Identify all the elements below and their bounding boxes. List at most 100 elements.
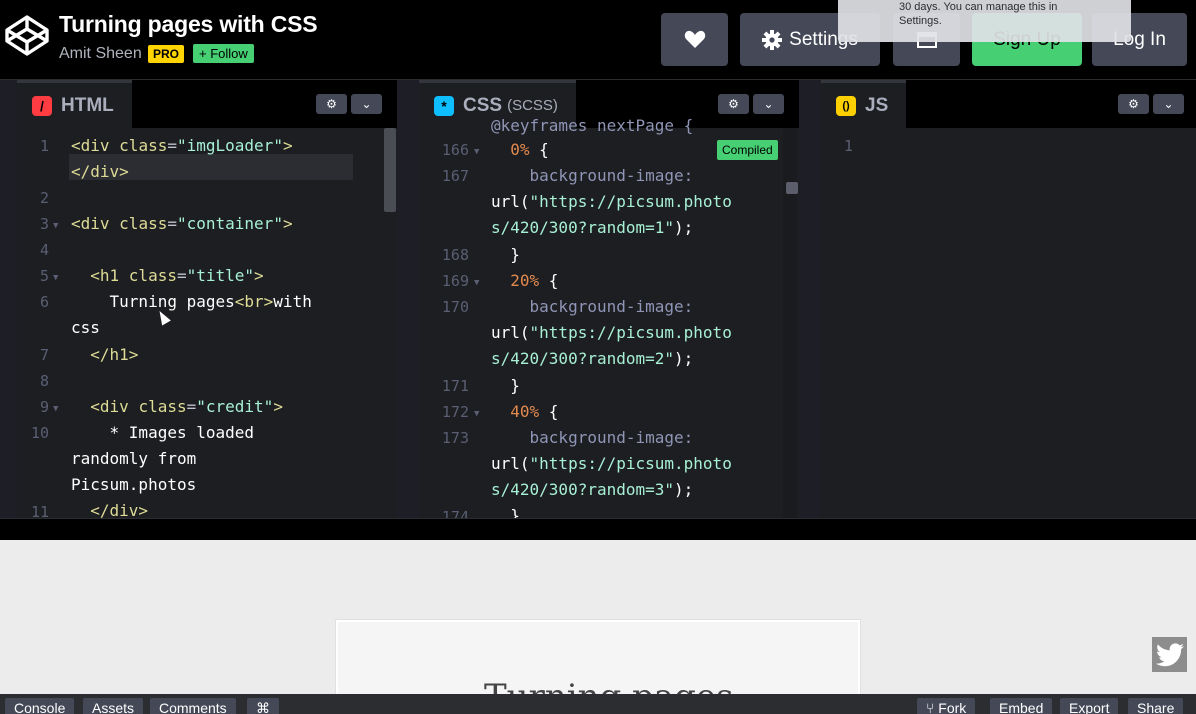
line-number: 169 [441,272,469,290]
twitter-share-button[interactable] [1152,637,1187,672]
html-scroll-thumb[interactable] [384,128,396,212]
code-line: } [491,376,520,395]
code-line: url("https://picsum.photo [491,323,732,342]
code-line: <div class="credit"> [71,397,283,416]
result-preview[interactable]: Turning pages [0,540,1196,694]
css-scrollbar[interactable] [783,128,798,518]
follow-label: Follow [210,46,248,61]
comments-button[interactable]: Comments [150,698,236,714]
fold-arrow-icon[interactable]: ▼ [474,278,479,288]
line-number: 168 [441,246,469,264]
follow-button[interactable]: + Follow [193,44,254,63]
assets-button[interactable]: Assets [83,698,144,714]
css-icon: * [434,95,454,116]
code-line: 20% { [491,271,559,290]
code-line: url("https://picsum.photo [491,192,732,211]
fold-arrow-icon[interactable]: ▼ [53,404,58,414]
line-number: 170 [441,298,469,316]
html-editor-pane[interactable]: / HTML ⚙ ⌄ 1 2 3 ▼ 4 5 ▼ 6 7 8 9 ▼ 10 11… [17,80,397,518]
author-name[interactable]: Amit Sheen [59,45,142,63]
console-button[interactable]: Console [5,698,75,714]
code-line: * Images loaded [71,423,255,442]
line-number: 174 [441,508,469,518]
chevron-down-icon: ⌄ [1163,97,1174,111]
plus-icon: + [199,46,211,61]
html-icon: / [32,95,52,116]
html-settings-button[interactable]: ⚙ [316,94,347,114]
js-editor-pane[interactable]: () JS ⚙ ⌄ 1 [821,80,1196,518]
code-line: s/420/300?random=1"); [491,218,694,237]
css-editor-pane[interactable]: * CSS (SCSS) ⚙ ⌄ Compiled @keyframes nex… [419,80,799,518]
compiled-badge[interactable]: Compiled [717,140,778,160]
code-line: </h1> [71,345,139,364]
js-settings-button[interactable]: ⚙ [1118,94,1149,114]
line-number: 4 [39,241,49,259]
line-number: 8 [39,372,49,390]
keyboard-shortcuts-button[interactable]: ⌘ [247,698,279,714]
heart-button[interactable] [661,13,728,66]
fold-arrow-icon[interactable]: ▼ [474,409,479,419]
code-line: css [71,318,100,337]
js-tab-bar: () JS ⚙ ⌄ [821,80,1196,128]
css-tab-tools: ⚙ ⌄ [718,94,784,114]
tab-js[interactable]: () JS [821,80,907,128]
editor-area: / HTML ⚙ ⌄ 1 2 3 ▼ 4 5 ▼ 6 7 8 9 ▼ 10 11… [0,80,1196,518]
html-collapse-button[interactable]: ⌄ [351,94,382,114]
js-code[interactable]: 1 [821,128,1196,518]
code-line: background-image: [491,297,694,316]
fork-button[interactable]: ⑂ Fork [917,698,976,714]
tab-html[interactable]: / HTML [17,80,132,128]
css-code[interactable]: Compiled @keyframes nextPage { 166 ▼ 167… [419,116,799,518]
line-number: 1 [39,137,49,155]
line-number: 173 [441,429,469,447]
line-number: 7 [39,346,49,364]
html-tab-tools: ⚙ ⌄ [316,94,382,114]
html-tab-bar: / HTML ⚙ ⌄ [17,80,397,128]
js-collapse-button[interactable]: ⌄ [1153,94,1184,114]
pro-badge: PRO [148,45,185,63]
code-line: Turning pages<br>with [71,292,312,311]
line-number: 9 [39,398,49,416]
code-line: } [491,506,520,518]
line-number: 167 [441,167,469,185]
editor-resize-handle[interactable] [0,518,1196,540]
line-number: 6 [39,293,49,311]
code-line: randomly from [71,449,197,468]
code-line: background-image: [491,428,694,447]
gear-icon: ⚙ [326,97,337,111]
embed-button[interactable]: Embed [990,698,1053,714]
code-line: } [491,245,520,264]
top-header: Turning pages with CSS Amit Sheen PRO + … [0,0,1196,80]
gear-icon: ⚙ [1128,97,1139,111]
line-number: 11 [30,503,49,518]
tab-js-label: JS [865,94,889,116]
js-icon: () [836,95,856,116]
pen-title[interactable]: Turning pages with CSS [59,11,318,38]
codepen-logo-icon[interactable] [4,14,50,56]
line-number: 3 [39,215,49,233]
share-button[interactable]: Share [1128,698,1184,714]
line-number: 171 [441,377,469,395]
code-line: </div> [71,162,129,181]
html-scrollbar[interactable] [383,128,397,518]
css-collapse-button[interactable]: ⌄ [753,94,784,114]
fold-arrow-icon[interactable]: ▼ [53,273,58,283]
css-settings-button[interactable]: ⚙ [718,94,749,114]
code-line: Picsum.photos [71,475,197,494]
code-line: </div> [71,501,149,518]
twitter-icon [1155,642,1184,666]
fork-label: Fork [938,700,967,714]
fold-arrow-icon[interactable]: ▼ [474,147,479,157]
tab-css-label: CSS [463,94,503,116]
code-line: s/420/300?random=3"); [491,480,694,499]
code-line: @keyframes nextPage { [491,116,694,135]
tab-css-preprocessor: (SCSS) [507,97,558,114]
notification-toast: 30 days. You can manage this in Settings… [838,0,1131,42]
line-number: 10 [30,424,49,442]
fold-arrow-icon[interactable]: ▼ [53,221,58,231]
html-code[interactable]: 1 2 3 ▼ 4 5 ▼ 6 7 8 9 ▼ 10 11 <div class… [17,128,397,518]
line-number: 172 [441,403,469,421]
export-button[interactable]: Export [1060,698,1119,714]
css-scroll-thumb[interactable] [786,182,798,194]
code-line: 0% { [491,140,549,159]
